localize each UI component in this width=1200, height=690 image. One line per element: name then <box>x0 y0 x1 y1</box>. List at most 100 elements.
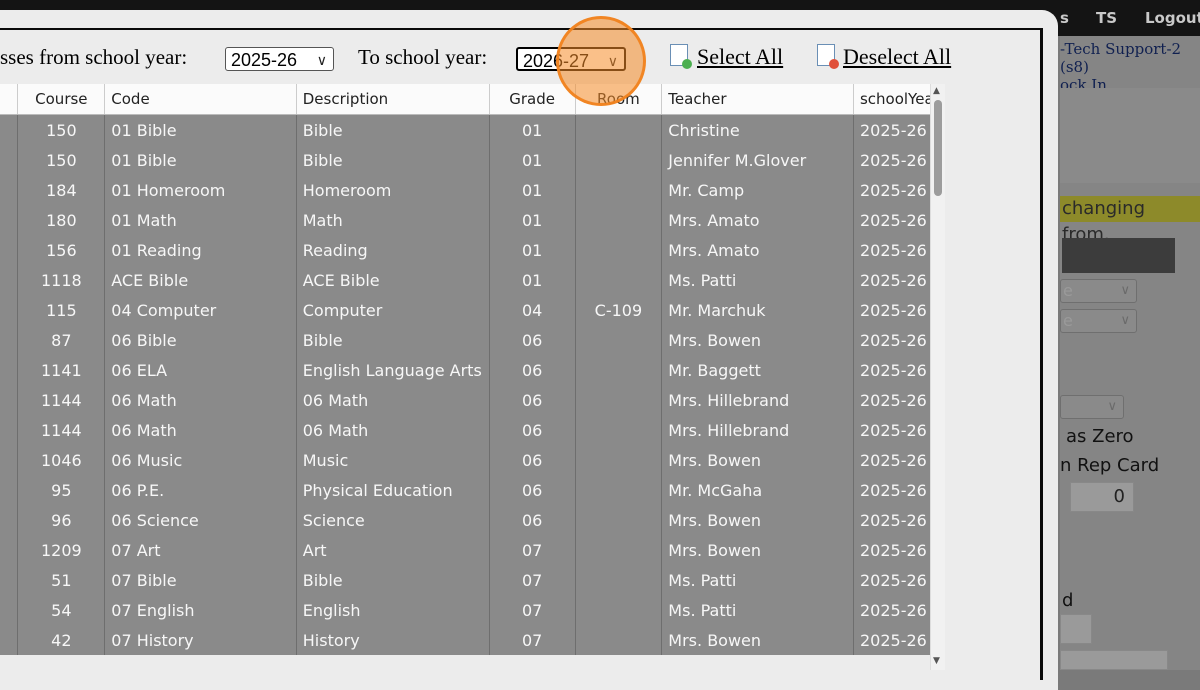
classes-table: Course Code Description Grade Room Teach… <box>0 84 945 655</box>
table-row[interactable]: 1144 06 Math 06 Math 06 Mrs. Hillebrand 2025-… <box>0 415 945 445</box>
cell-room <box>575 145 663 175</box>
table-row[interactable]: 115 04 Computer Computer 04 C-109 Mr. Marchuk… <box>0 295 945 325</box>
cell-code: 06 ELA <box>104 355 297 385</box>
deselect-all-icon[interactable] <box>817 44 839 69</box>
click-highlight-marker <box>556 16 646 106</box>
cell-code: 06 Bible <box>104 325 297 355</box>
from-year-select[interactable]: 2025-26 ∨ <box>225 47 334 71</box>
cell-teacher: Mr. McGaha <box>661 475 854 505</box>
cell-teacher: Mrs. Bowen <box>661 505 854 535</box>
table-header-row: Course Code Description Grade Room Teach… <box>0 84 945 115</box>
background-select-3[interactable]: ∨ <box>1060 395 1124 419</box>
cell-select <box>0 235 19 265</box>
cell-grade: 06 <box>489 505 576 535</box>
scrollbar-thumb[interactable] <box>934 100 942 196</box>
cell-select <box>0 175 19 205</box>
cell-teacher: Christine <box>661 114 854 145</box>
cell-teacher: Mrs. Amato <box>661 205 854 235</box>
cell-description: Math <box>296 205 490 235</box>
table-row[interactable]: 180 01 Math Math 01 Mrs. Amato 2025-26 <box>0 205 945 235</box>
cell-course: 95 <box>17 475 106 505</box>
table-row[interactable]: 150 01 Bible Bible 01 Christine 2025-26 <box>0 114 945 145</box>
col-header-code[interactable]: Code <box>104 84 297 115</box>
cell-grade: 01 <box>489 114 576 145</box>
cell-code: 04 Computer <box>104 295 297 325</box>
select-all-link[interactable]: Select All <box>697 44 783 70</box>
cell-room <box>575 205 663 235</box>
to-year-label: To school year: <box>358 45 488 69</box>
table-row[interactable]: 51 07 Bible Bible 07 Ms. Patti 2025-26 <box>0 565 945 595</box>
cell-room <box>575 355 663 385</box>
cell-code: 06 P.E. <box>104 475 297 505</box>
table-row[interactable]: 150 01 Bible Bible 01 Jennifer M.Glover 2025-… <box>0 145 945 175</box>
cell-teacher: Mrs. Bowen <box>661 325 854 355</box>
table-row[interactable]: 87 06 Bible Bible 06 Mrs. Bowen 2025-26 <box>0 325 945 355</box>
table-scrollbar[interactable]: ▲ ▼ <box>930 84 945 670</box>
table-row[interactable]: 95 06 P.E. Physical Education 06 Mr. McGaha 2… <box>0 475 945 505</box>
cell-grade: 04 <box>489 295 576 325</box>
cell-select <box>0 445 19 475</box>
cell-course: 1046 <box>17 445 106 475</box>
cell-code: 06 Math <box>104 385 297 415</box>
table-row[interactable]: 1141 06 ELA English Language Arts 06 Mr. Bag… <box>0 355 945 385</box>
table-row[interactable]: 42 07 History History 07 Mrs. Bowen 2025-26 <box>0 625 945 655</box>
cell-description: Bible <box>296 114 490 145</box>
background-select-1[interactable]: e ∨ <box>1060 279 1137 303</box>
scroll-up-icon[interactable]: ▲ <box>933 86 940 96</box>
scroll-down-icon[interactable]: ▼ <box>933 656 940 666</box>
table-row[interactable]: 184 01 Homeroom Homeroom 01 Mr. Camp 2025-26 <box>0 175 945 205</box>
background-warning-text: changing from. <box>1060 196 1200 245</box>
select-all-icon[interactable] <box>670 44 692 69</box>
table-row[interactable]: 156 01 Reading Reading 01 Mrs. Amato 2025-26 <box>0 235 945 265</box>
col-header-course[interactable]: Course <box>17 84 106 115</box>
cell-code: 07 History <box>104 625 297 655</box>
cell-code: 01 Bible <box>104 114 297 145</box>
cell-code: 07 Art <box>104 535 297 565</box>
cell-grade: 06 <box>489 415 576 445</box>
rep-card-label: n Rep Card <box>1060 455 1160 476</box>
user-name-text: -Tech Support-2 (s8) <box>1060 40 1182 76</box>
cell-description: English Language Arts <box>296 355 490 385</box>
table-row[interactable]: 1046 06 Music Music 06 Mrs. Bowen 2025-26 <box>0 445 945 475</box>
cell-room <box>575 265 663 295</box>
cell-code: 01 Math <box>104 205 297 235</box>
background-select-2[interactable]: e ∨ <box>1060 309 1137 333</box>
background-input-2[interactable] <box>1060 614 1092 644</box>
nav-item-partial[interactable]: s <box>1060 0 1069 36</box>
col-header-teacher[interactable]: Teacher <box>661 84 854 115</box>
cell-grade: 01 <box>489 205 576 235</box>
col-header-select[interactable] <box>0 84 19 115</box>
cell-description: History <box>296 625 490 655</box>
cell-room <box>575 565 663 595</box>
cell-select <box>0 265 19 295</box>
cell-select <box>0 295 19 325</box>
cell-teacher: Mr. Baggett <box>661 355 854 385</box>
cell-description: Science <box>296 505 490 535</box>
table-row[interactable]: 1144 06 Math 06 Math 06 Mrs. Hillebrand 2025-… <box>0 385 945 415</box>
cell-room <box>575 475 663 505</box>
cell-description: Homeroom <box>296 175 490 205</box>
col-header-grade[interactable]: Grade <box>489 84 576 115</box>
table-row[interactable]: 96 06 Science Science 06 Mrs. Bowen 2025-26 <box>0 505 945 535</box>
nav-item-logout[interactable]: Logout <box>1145 0 1200 36</box>
cell-room <box>575 415 663 445</box>
cell-description: Bible <box>296 565 490 595</box>
table-row[interactable]: 54 07 English English 07 Ms. Patti 2025-26 <box>0 595 945 625</box>
cell-select <box>0 535 19 565</box>
table-row[interactable]: 1209 07 Art Art 07 Mrs. Bowen 2025-26 <box>0 535 945 565</box>
cell-select <box>0 565 19 595</box>
cell-code: 07 Bible <box>104 565 297 595</box>
col-header-description[interactable]: Description <box>296 84 490 115</box>
deselect-all-link[interactable]: Deselect All <box>843 44 951 70</box>
cell-room <box>575 114 663 145</box>
background-number-input[interactable]: 0 <box>1070 482 1134 512</box>
nav-item-ts[interactable]: TS <box>1096 0 1117 36</box>
background-dark-bar <box>1062 238 1175 273</box>
cell-code: 06 Math <box>104 415 297 445</box>
cell-room <box>575 445 663 475</box>
table-row[interactable]: 1118 ACE Bible ACE Bible 01 Ms. Patti 2025-26 <box>0 265 945 295</box>
cell-course: 184 <box>17 175 106 205</box>
cell-course: 1141 <box>17 355 106 385</box>
background-input-3[interactable] <box>1060 650 1168 670</box>
cell-room <box>575 385 663 415</box>
